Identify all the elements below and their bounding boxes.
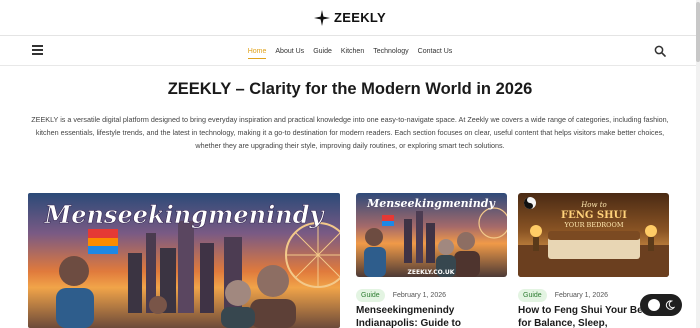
publish-date: February 1, 2026 [554,292,608,299]
category-tag[interactable]: Guide [356,289,385,302]
card-image-caption: ZEEKLY.CO.UK [408,269,455,276]
card-image-text-line3: YOUR BEDROOM [564,221,624,229]
featured-article-image[interactable]: Menseekingmenindy [28,193,340,328]
page-scrollbar[interactable] [696,0,700,328]
card-image-text-line2: FENG SHUI [561,210,627,221]
nav-link-about-us[interactable]: About Us [275,45,304,58]
nav-link-contact-us[interactable]: Contact Us [418,45,453,58]
nav-link-guide[interactable]: Guide [313,45,332,58]
card-image-illustration: Menseekingmenindy ZEEKLY.CO.UK [364,197,507,277]
main-navigation: Home About Us Guide Kitchen Technology C… [0,37,700,66]
publish-date: February 1, 2026 [392,292,446,299]
nav-link-home[interactable]: Home [247,45,266,59]
nav-link-kitchen[interactable]: Kitchen [341,45,364,58]
card-image-headline: Menseekingmenindy [366,197,496,210]
page-title: ZEEKLY – Clarity for the Modern World in… [167,80,533,98]
article-card[interactable]: How to FENG SHUI YOUR BEDROOM Guide Febr… [518,193,674,328]
article-card-image[interactable]: How to FENG SHUI YOUR BEDROOM [518,193,669,277]
card-image-text-line1: How to [580,201,607,209]
featured-image-headline: Menseekingmenindy [44,200,326,229]
article-card[interactable]: Menseekingmenindy ZEEKLY.CO.UK Guide Feb… [356,193,507,328]
category-tag[interactable]: Guide [518,289,547,302]
page-description: ZEEKLY is a versatile digital platform d… [31,115,669,150]
site-logo[interactable]: ZEEKLY [314,9,386,26]
article-card-image[interactable]: Menseekingmenindy ZEEKLY.CO.UK [356,193,507,277]
article-meta: Guide February 1, 2026 [356,289,446,302]
site-header: ZEEKLY [0,0,700,36]
search-icon[interactable] [654,45,666,57]
logo-text: ZEEKLY [334,10,386,25]
featured-image-illustration: Menseekingmenindy [43,200,340,328]
scrollbar-thumb[interactable] [696,2,700,62]
article-title[interactable]: Menseekingmenindy Indianapolis: Guide to [356,304,516,328]
toggle-knob [647,299,660,311]
sparkle-star-icon [314,9,331,26]
nav-link-technology[interactable]: Technology [373,45,408,58]
article-meta: Guide February 1, 2026 [518,289,608,302]
moon-icon [665,300,675,310]
theme-toggle-button[interactable] [640,294,682,316]
nav-links: Home About Us Guide Kitchen Technology C… [0,37,700,66]
card-image-illustration: How to FENG SHUI YOUR BEDROOM [518,197,669,277]
